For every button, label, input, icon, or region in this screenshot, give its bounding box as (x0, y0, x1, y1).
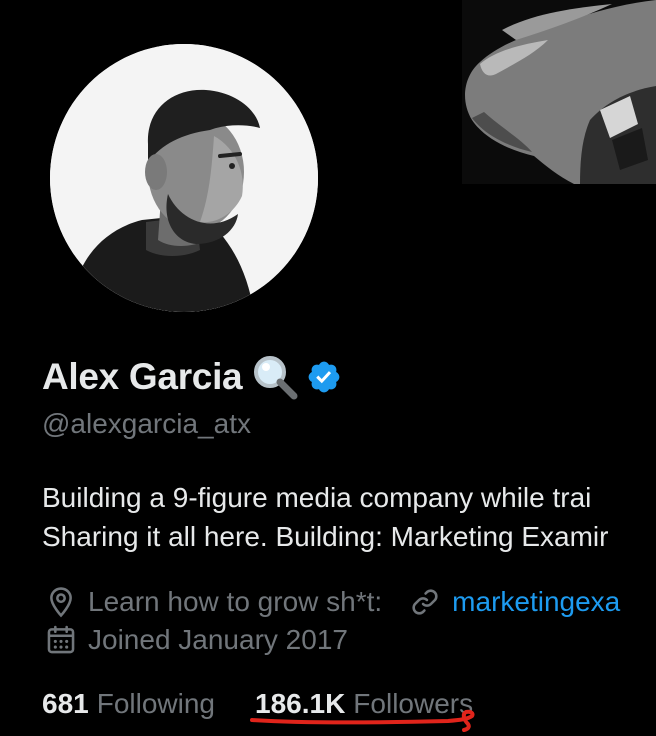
magnifying-glass-icon (254, 356, 298, 400)
profile-meta-location-row: Learn how to grow sh*t: marketingexa (44, 583, 620, 621)
calendar-icon (47, 625, 75, 654)
location-pin-icon (50, 587, 72, 618)
banner-photo-art (462, 0, 656, 184)
profile-bio: Building a 9-figure media company while … (42, 478, 608, 556)
website-link[interactable]: marketingexa (452, 586, 620, 618)
following-count: 681 (42, 688, 89, 719)
joined-text: Joined January 2017 (88, 624, 348, 655)
profile-meta-joined-row: Joined January 2017 (44, 621, 348, 659)
bio-line: Sharing it all here. Building: Marketing… (42, 521, 609, 552)
bio-line: Building a 9-figure media company while … (42, 482, 592, 513)
link-icon (412, 589, 438, 615)
profile-handle: @alexgarcia_atx (42, 408, 251, 439)
header-banner-image[interactable] (462, 0, 656, 184)
profile-name-row: Alex Garcia (42, 352, 342, 402)
avatar-portrait (50, 44, 318, 312)
verified-badge-icon[interactable] (306, 359, 342, 395)
following-link[interactable]: 681 Following (42, 688, 215, 720)
display-name: Alex Garcia (42, 356, 243, 397)
following-label: Following (96, 688, 215, 719)
red-underline-annotation (250, 709, 475, 732)
location-text: Learn how to grow sh*t: (88, 586, 383, 617)
profile-avatar[interactable] (50, 44, 318, 312)
